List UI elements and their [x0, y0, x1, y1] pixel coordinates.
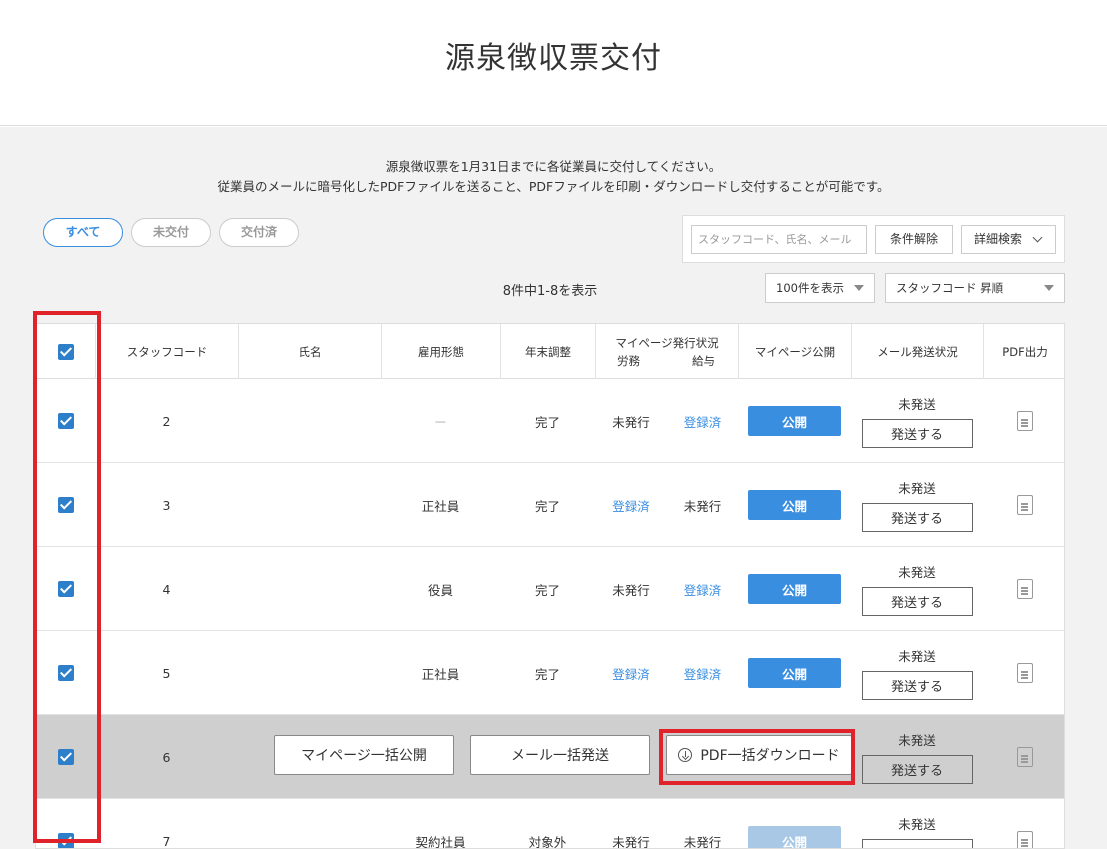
employment-type: ー [434, 414, 447, 430]
send-button[interactable]: 発送する [861, 839, 973, 848]
send-button[interactable]: 発送する [861, 503, 973, 532]
checkbox-column-highlight [33, 311, 101, 843]
send-button[interactable]: 発送する [861, 755, 973, 784]
sort-select[interactable]: スタッフコード 昇順 [885, 273, 1065, 303]
chevron-down-icon [1032, 232, 1043, 243]
caret-down-icon [854, 285, 864, 291]
staff-code: 7 [162, 833, 171, 849]
filter-delivered[interactable]: 交付済 [219, 218, 299, 247]
search-input[interactable] [691, 225, 867, 254]
year-end-status: 完了 [534, 666, 560, 682]
notice-line-2: 従業員のメールに暗号化したPDFファイルを送ること、PDFファイルを印刷・ダウン… [217, 179, 890, 194]
header-mail-status: メール発送状況 [851, 324, 983, 379]
salary-status: 未発行 [683, 498, 722, 514]
year-end-status: 完了 [534, 414, 560, 430]
staff-code: 2 [162, 413, 171, 429]
per-page-select[interactable]: 100件を表示 [765, 273, 875, 303]
staff-code: 5 [162, 665, 171, 681]
pdf-file-icon[interactable] [1016, 663, 1033, 683]
staff-name [238, 799, 381, 848]
employment-type: 正社員 [421, 666, 460, 682]
table-header: スタッフコード 氏名 雇用形態 年末調整 マイページ発行状況 労務 給与 マイペ… [36, 324, 1064, 379]
result-count: 8件中1-8を表示 [502, 284, 598, 299]
mail-status: 未発送 [898, 649, 936, 664]
table-row[interactable]: 3 正社員 完了 登録済 未発行 公開 未発送 発送する [36, 463, 1064, 547]
mail-status: 未発送 [898, 817, 936, 832]
pdf-download-highlight [659, 729, 855, 785]
mail-status: 未発送 [898, 481, 936, 496]
staff-code: 4 [162, 581, 171, 597]
bulk-mypage-publish-button[interactable]: マイページ一括公開 [274, 735, 454, 775]
page-title: 源泉徴収票交付 [445, 41, 662, 76]
header-mypage-status: マイページ発行状況 労務 給与 [595, 324, 738, 379]
header-staff-code[interactable]: スタッフコード [95, 324, 238, 379]
advanced-search-button[interactable]: 詳細検索 [961, 225, 1056, 254]
bulk-mail-send-button[interactable]: メール一括発送 [470, 735, 650, 775]
employment-type: 契約社員 [415, 834, 466, 849]
per-page-value: 100件を表示 [776, 281, 844, 295]
header-pdf: PDF出力 [983, 324, 1064, 379]
labor-status: 未発行 [612, 834, 650, 849]
labor-status: 未発行 [612, 582, 650, 598]
notice-line-1: 源泉徴収票を1月31日までに各従業員に交付してください。 [385, 159, 722, 174]
main-content: 源泉徴収票を1月31日までに各従業員に交付してください。 従業員のメールに暗号化… [0, 127, 1107, 849]
staff-name [238, 379, 381, 463]
send-button[interactable]: 発送する [861, 671, 973, 700]
header-employment[interactable]: 雇用形態 [381, 324, 500, 379]
year-end-status: 対象外 [528, 834, 567, 849]
advanced-search-label: 詳細検索 [974, 232, 1023, 246]
staff-name [238, 463, 381, 547]
labor-status: 未発行 [612, 414, 650, 430]
header-labor: 労務 [617, 354, 640, 368]
year-end-status: 完了 [534, 498, 560, 514]
staff-name [238, 631, 381, 715]
send-button[interactable]: 発送する [861, 419, 973, 448]
salary-status[interactable]: 登録済 [667, 631, 738, 715]
salary-status[interactable]: 登録済 [667, 547, 738, 631]
clear-conditions-button[interactable]: 条件解除 [875, 225, 953, 254]
table-row[interactable]: 6 マイページ一括公開 メール一括発送 PDF一括ダウンロード 未発送 発送する [36, 715, 1064, 799]
labor-status[interactable]: 登録済 [595, 631, 667, 715]
sort-value: スタッフコード 昇順 [896, 281, 1004, 295]
salary-status: 未発行 [683, 834, 722, 849]
publish-button[interactable]: 公開 [748, 826, 841, 848]
send-button[interactable]: 発送する [861, 587, 973, 616]
table-row[interactable]: 5 正社員 完了 登録済 登録済 公開 未発送 発送する [36, 631, 1064, 715]
table-row[interactable]: 7 契約社員 対象外 未発行 未発行 公開 未発送 発送する [36, 799, 1064, 849]
mail-status: 未発送 [898, 733, 936, 748]
salary-status[interactable]: 登録済 [667, 379, 738, 463]
pdf-file-icon[interactable] [1016, 495, 1033, 515]
employment-type: 正社員 [421, 498, 460, 514]
header-mypage-status-label: マイページ発行状況 [615, 336, 719, 350]
header-name[interactable]: 氏名 [238, 324, 381, 379]
pdf-file-icon[interactable] [1016, 579, 1033, 599]
header-mypage-publish: マイページ公開 [738, 324, 851, 379]
labor-status[interactable]: 登録済 [595, 463, 667, 547]
header-year-end[interactable]: 年末調整 [500, 324, 595, 379]
year-end-status: 完了 [534, 582, 560, 598]
filter-undelivered[interactable]: 未交付 [131, 218, 211, 247]
search-panel: 条件解除 詳細検索 [682, 215, 1065, 263]
header-bar: 源泉徴収票交付 [0, 0, 1107, 126]
staff-code: 6 [162, 749, 171, 765]
publish-button[interactable]: 公開 [748, 406, 841, 436]
staff-code: 3 [162, 497, 171, 513]
pdf-file-icon[interactable] [1016, 831, 1033, 848]
filter-all[interactable]: すべて [43, 218, 123, 247]
caret-down-icon [1044, 285, 1054, 291]
table-row[interactable]: 2 ー 完了 未発行 登録済 公開 未発送 発送する [36, 379, 1064, 463]
staff-name [238, 547, 381, 631]
staff-table: スタッフコード 氏名 雇用形態 年末調整 マイページ発行状況 労務 給与 マイペ… [35, 323, 1065, 849]
table-row[interactable]: 4 役員 完了 未発行 登録済 公開 未発送 発送する [36, 547, 1064, 631]
mail-status: 未発送 [898, 397, 936, 412]
pdf-file-icon[interactable] [1016, 411, 1033, 431]
mail-status: 未発送 [898, 565, 936, 580]
publish-button[interactable]: 公開 [748, 490, 841, 520]
publish-button[interactable]: 公開 [748, 658, 841, 688]
header-salary: 給与 [692, 354, 715, 368]
pdf-file-icon[interactable] [1016, 747, 1033, 767]
employment-type: 役員 [427, 582, 453, 598]
publish-button[interactable]: 公開 [748, 574, 841, 604]
